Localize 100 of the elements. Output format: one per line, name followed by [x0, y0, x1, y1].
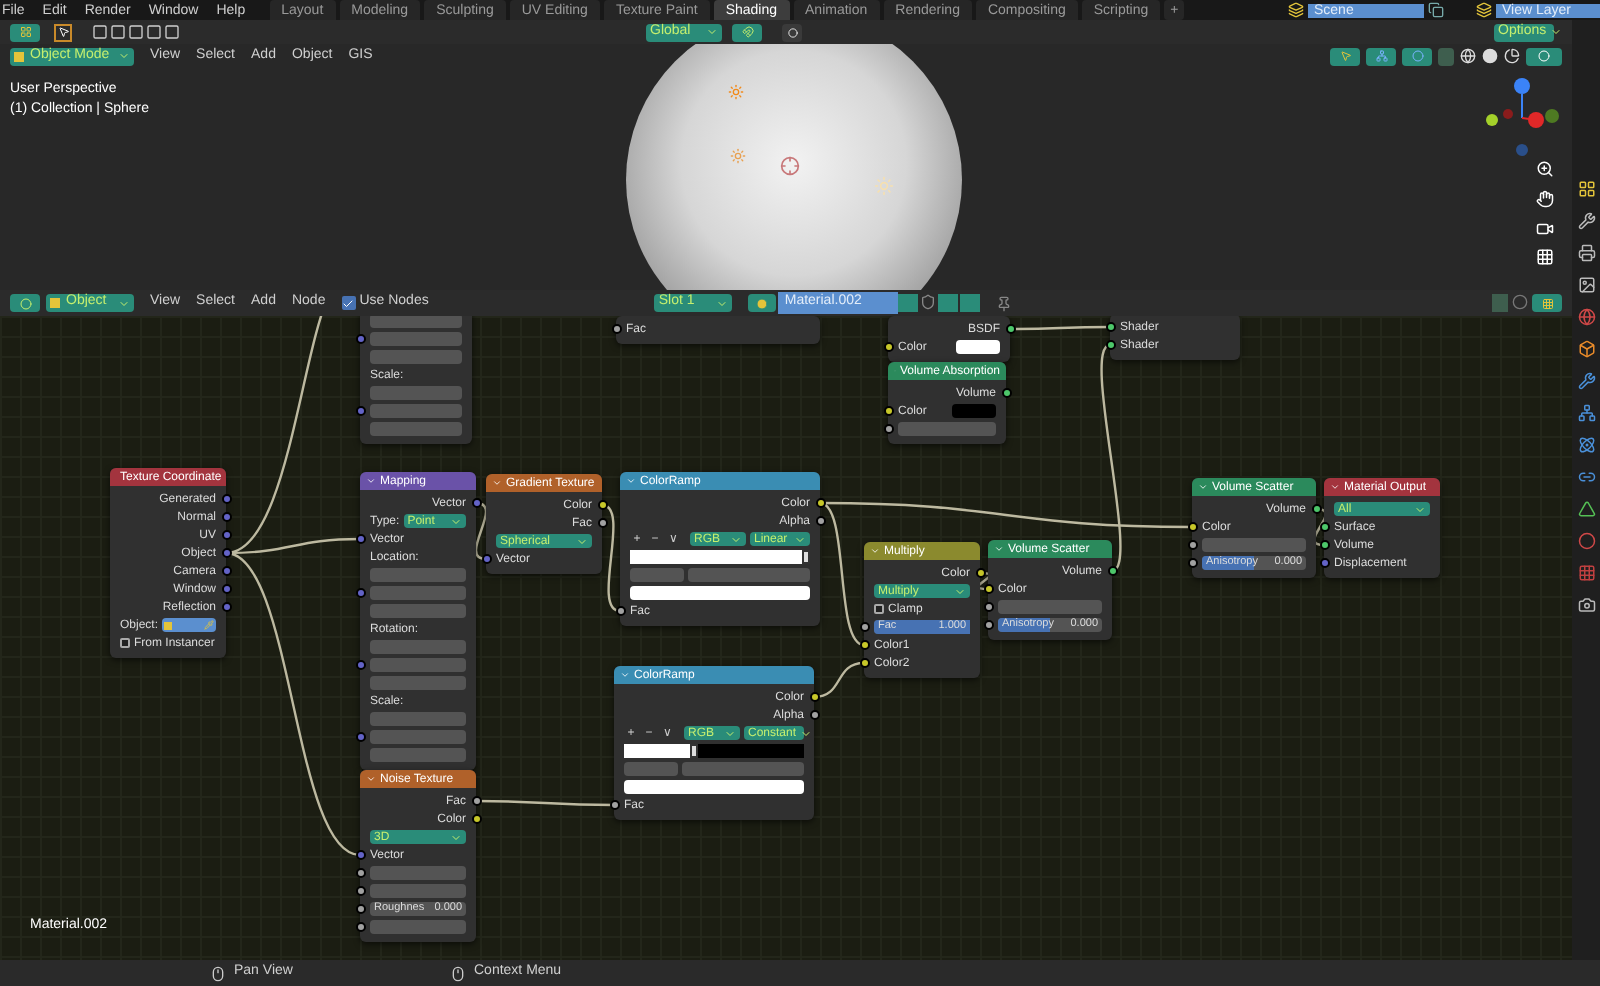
number-field[interactable] [630, 568, 684, 582]
number-field[interactable] [370, 404, 462, 418]
layers-icon[interactable] [1476, 2, 1492, 18]
zoom-icon[interactable] [1536, 160, 1554, 178]
object-icon [50, 298, 60, 308]
number-field[interactable] [370, 604, 466, 618]
link-icon[interactable] [1577, 468, 1595, 486]
number-field[interactable] [370, 568, 466, 582]
number-field[interactable] [624, 762, 678, 776]
crosshair-icon[interactable] [780, 156, 800, 176]
number-field[interactable] [370, 640, 466, 654]
copy-icon[interactable] [1428, 2, 1444, 18]
pin-icon[interactable] [996, 295, 1013, 311]
number-field[interactable] [370, 748, 466, 762]
number-field[interactable] [370, 316, 462, 328]
node-link [977, 571, 991, 591]
checkbox[interactable] [120, 638, 130, 648]
number-field[interactable] [370, 350, 462, 364]
grid-icon [19, 26, 31, 38]
gizmo-button[interactable] [1366, 47, 1396, 65]
printer-icon[interactable] [1577, 244, 1595, 262]
number-field[interactable] [370, 676, 466, 690]
circle-icon [1411, 50, 1423, 62]
chevron-icon [724, 727, 736, 739]
network-icon[interactable] [1577, 404, 1595, 422]
number-field[interactable] [370, 712, 466, 726]
color-swatch[interactable] [630, 586, 810, 600]
node-link [1010, 325, 1110, 331]
wrench-icon[interactable] [1577, 372, 1595, 390]
wireframe-shading-icon[interactable] [1460, 47, 1476, 63]
chevron-icon [576, 535, 588, 547]
proportional-edit-button[interactable] [782, 23, 802, 41]
circle-icon [787, 27, 797, 37]
number-field[interactable] [370, 332, 462, 346]
number-field[interactable] [370, 920, 466, 934]
mouse-icon [450, 965, 466, 981]
color-swatch[interactable] [624, 780, 804, 794]
number-field[interactable] [682, 762, 804, 776]
object-field[interactable] [162, 618, 216, 632]
triangle-icon[interactable] [1577, 500, 1595, 518]
overlay-button[interactable] [1532, 294, 1562, 312]
editor-type-button[interactable] [10, 23, 40, 41]
overlay-button[interactable] [1402, 47, 1432, 65]
material-browse-button[interactable] [748, 294, 777, 312]
number-field[interactable] [898, 422, 996, 436]
hand-icon[interactable] [1536, 190, 1554, 208]
grid-icon [1541, 297, 1553, 309]
shield-icon[interactable] [920, 294, 937, 310]
number-field[interactable] [370, 866, 466, 880]
color-ramp-bar[interactable] [624, 744, 804, 758]
number-field[interactable] [370, 730, 466, 744]
circle-icon [1538, 50, 1550, 62]
scene-icon[interactable] [1288, 2, 1304, 18]
circle-icon[interactable] [1577, 532, 1595, 550]
number-field[interactable] [998, 600, 1102, 614]
node-link [601, 503, 621, 613]
number-field[interactable] [370, 658, 466, 672]
mode-icon [14, 51, 24, 61]
pointer-icon [1339, 50, 1351, 62]
ramp-stop-handle[interactable] [802, 550, 810, 564]
network-icon [1375, 50, 1387, 62]
color-ramp-bar[interactable] [630, 550, 810, 564]
ramp-stop-handle[interactable] [689, 744, 698, 758]
number-field[interactable] [370, 586, 466, 600]
editor-type-button[interactable] [10, 294, 40, 312]
sphere-icon [756, 297, 769, 309]
camera-icon[interactable] [1577, 596, 1595, 614]
number-field[interactable] [370, 386, 462, 400]
cube-icon[interactable] [1577, 340, 1595, 358]
node-canvas[interactable] [0, 316, 1572, 960]
camera-icon[interactable] [1536, 220, 1554, 238]
visibility-button[interactable] [1330, 47, 1360, 65]
image-icon[interactable] [1577, 276, 1595, 294]
number-field[interactable] [370, 884, 466, 898]
circle-icon[interactable] [1512, 294, 1528, 310]
fake-user-button[interactable] [898, 294, 919, 312]
select-tool-button[interactable] [54, 23, 72, 41]
number-field[interactable] [688, 568, 810, 582]
color-swatch[interactable] [952, 404, 996, 418]
number-field[interactable] [370, 422, 462, 436]
material-shading-icon[interactable] [1504, 47, 1520, 63]
color-swatch[interactable] [956, 340, 1000, 354]
magnet-icon [741, 26, 753, 38]
unlink-button[interactable] [960, 294, 981, 312]
solid-shading-icon[interactable] [1482, 47, 1498, 63]
eyedropper-icon [204, 620, 214, 630]
chevron-icon [716, 297, 729, 309]
checkbox[interactable] [341, 296, 356, 310]
rendered-shading-button[interactable] [1526, 47, 1562, 65]
wrench-icon[interactable] [1577, 212, 1595, 230]
checkbox[interactable] [874, 604, 884, 614]
circle-icon [19, 297, 31, 309]
number-field[interactable] [1202, 538, 1306, 552]
chevron-icon [1550, 26, 1563, 38]
atom-icon[interactable] [1577, 436, 1595, 454]
snapping-button[interactable] [732, 23, 762, 41]
copy-button[interactable] [938, 294, 959, 312]
globe-icon[interactable] [1577, 308, 1595, 326]
pointer-icon [57, 26, 69, 38]
grid-icon[interactable] [1577, 180, 1595, 198]
